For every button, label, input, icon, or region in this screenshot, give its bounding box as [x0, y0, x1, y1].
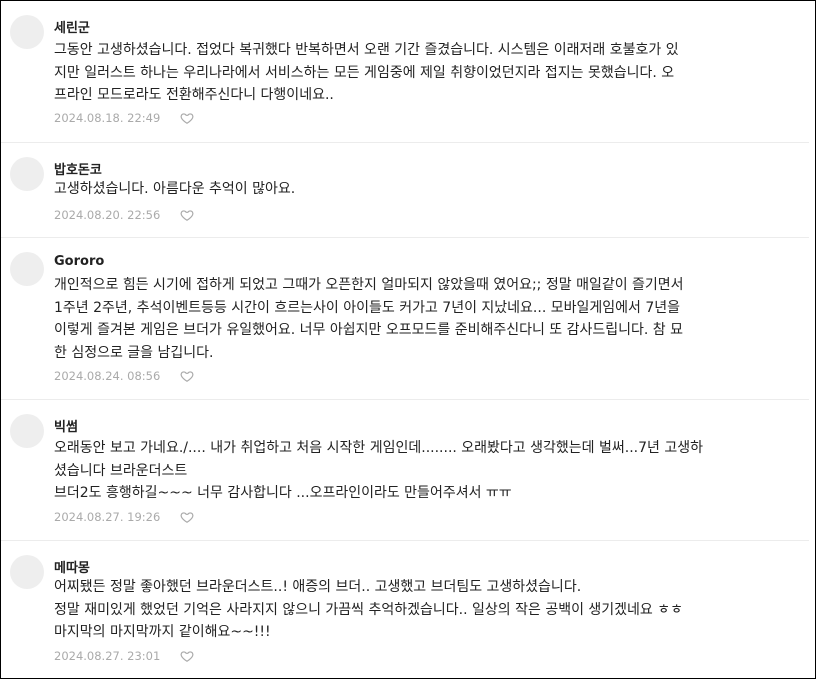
like-button[interactable] — [180, 111, 194, 125]
like-button[interactable] — [180, 208, 194, 222]
heart-outline-icon — [180, 113, 194, 124]
comment-item: Gororo 개인적으로 힘든 시기에 접하게 되었고 그때가 오픈한지 얼마되… — [1, 238, 809, 400]
avatar[interactable] — [10, 555, 44, 589]
comment-item: 세린군 그동안 고생하셨습니다. 접었다 복귀했다 반복하면서 오랜 기간 즐겼… — [1, 1, 809, 143]
comment-date: 2024.08.24. 08:56 — [54, 369, 161, 383]
avatar[interactable] — [10, 252, 44, 286]
comment-item: 밥호돈코 고생하셨습니다. 아름다운 추억이 많아요. 2024.08.20. … — [1, 143, 809, 238]
like-button[interactable] — [180, 369, 194, 383]
comment-date: 2024.08.27. 23:01 — [54, 649, 161, 663]
comment-date: 2024.08.18. 22:49 — [54, 111, 161, 125]
like-button[interactable] — [180, 649, 194, 663]
comment-text: 고생하셨습니다. 아름다운 추억이 많아요. — [54, 181, 296, 197]
avatar[interactable] — [10, 414, 44, 448]
avatar[interactable] — [10, 157, 44, 191]
comment-text: 오래동안 보고 가네요./.... 내가 취업하고 처음 시작한 게임인데...… — [54, 440, 703, 501]
heart-outline-icon — [180, 651, 194, 662]
comment-item: 빅썸 오래동안 보고 가네요./.... 내가 취업하고 처음 시작한 게임인데… — [1, 400, 809, 541]
heart-outline-icon — [180, 210, 194, 221]
comment-item: 메따몽 어찌됐든 정말 좋아했던 브라운더스트..! 애증의 브더.. 고생했고… — [1, 541, 809, 678]
heart-outline-icon — [180, 371, 194, 382]
comment-nickname[interactable]: 밥호돈코 — [54, 159, 102, 178]
comment-text: 개인적으로 힘든 시기에 접하게 되었고 그때가 오픈한지 얼마되지 않았을때 … — [54, 277, 684, 361]
comment-date: 2024.08.27. 19:26 — [54, 510, 161, 524]
avatar[interactable] — [10, 15, 44, 49]
comment-list: 세린군 그동안 고생하셨습니다. 접었다 복귀했다 반복하면서 오랜 기간 즐겼… — [0, 0, 816, 679]
comment-nickname[interactable]: 세린군 — [54, 17, 90, 36]
like-button[interactable] — [180, 510, 194, 524]
comment-nickname[interactable]: 빅썸 — [54, 416, 78, 435]
comment-text: 그동안 고생하셨습니다. 접었다 복귀했다 반복하면서 오랜 기간 즐겼습니다.… — [54, 42, 679, 103]
comment-nickname[interactable]: 메따몽 — [54, 557, 90, 576]
heart-outline-icon — [180, 512, 194, 523]
comment-text: 어찌됐든 정말 좋아했던 브라운더스트..! 애증의 브더.. 고생했고 브더팀… — [54, 579, 684, 640]
comment-date: 2024.08.20. 22:56 — [54, 208, 161, 222]
comment-nickname[interactable]: Gororo — [54, 254, 104, 269]
